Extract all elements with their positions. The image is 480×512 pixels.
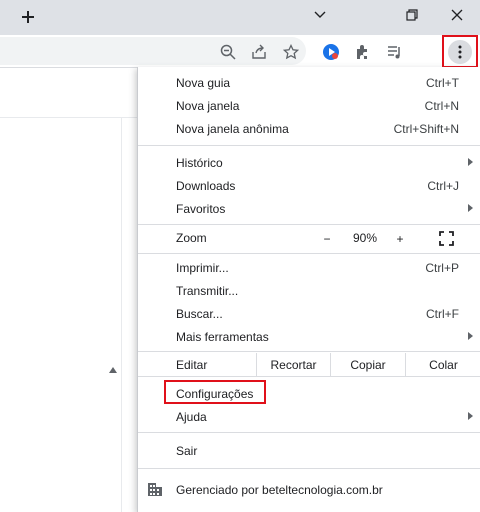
submenu-arrow-icon (468, 332, 473, 340)
menu-item-help[interactable]: Ajuda (138, 405, 480, 428)
menu-item-label: Transmitir... (176, 283, 239, 298)
zoom-in-label: + (396, 231, 404, 246)
chevron-down-icon (314, 11, 326, 18)
menu-item-label: Nova janela anônima (176, 121, 289, 136)
share-icon (252, 44, 266, 59)
zoom-in-button[interactable]: + (388, 227, 412, 250)
page-divider (0, 117, 138, 118)
menu-separator (138, 432, 480, 433)
new-tab-button[interactable] (14, 5, 42, 29)
menu-item-new-tab[interactable]: Nova guia Ctrl+T (138, 71, 480, 94)
menu-item-history[interactable]: Histórico (138, 151, 480, 174)
menu-separator (138, 224, 480, 225)
menu-item-label: Buscar... (176, 306, 223, 321)
menu-item-label: Favoritos (176, 201, 226, 216)
menu-item-more-tools[interactable]: Mais ferramentas (138, 325, 480, 348)
zoom-icon (220, 44, 236, 60)
menu-item-cast[interactable]: Transmitir... (138, 279, 480, 302)
zoom-out-label: − (323, 231, 331, 246)
plus-icon (22, 11, 34, 23)
menu-zoom-row: Zoom − 90% + (138, 227, 480, 250)
restore-button[interactable] (389, 0, 435, 30)
menu-item-shortcut: Ctrl+P (425, 260, 459, 275)
submenu-arrow-icon (468, 412, 473, 420)
menu-item-label: Ajuda (176, 409, 207, 424)
page-scrollbar-track[interactable] (121, 117, 122, 512)
close-window-button[interactable] (434, 0, 480, 30)
menu-separator (138, 253, 480, 254)
menu-item-downloads[interactable]: Downloads Ctrl+J (138, 174, 480, 197)
menu-item-label: Imprimir... (176, 260, 229, 275)
menu-item-shortcut: Ctrl+T (426, 75, 459, 90)
title-bar (0, 0, 480, 35)
managed-by-label: Gerenciado por beteltecnologia.com.br (176, 483, 383, 497)
edit-label: Editar (138, 353, 256, 376)
building-icon (148, 483, 162, 496)
zoom-indicator-button[interactable] (217, 41, 239, 63)
restore-icon (406, 9, 418, 21)
menu-separator (138, 351, 480, 352)
zoom-out-button[interactable]: − (315, 227, 339, 250)
menu-item-find[interactable]: Buscar... Ctrl+F (138, 302, 480, 325)
menu-separator (138, 145, 480, 146)
submenu-arrow-icon (468, 158, 473, 166)
menu-item-label: Nova janela (176, 98, 240, 113)
extensions-puzzle-icon (357, 45, 367, 59)
browser-toolbar (0, 35, 480, 68)
extensions-button[interactable] (352, 41, 374, 63)
bookmark-button[interactable] (280, 41, 302, 63)
menu-separator (138, 468, 480, 469)
extension-app-button[interactable] (320, 41, 342, 63)
tab-search-button[interactable] (297, 0, 343, 30)
bookmark-star-icon (283, 44, 299, 60)
menu-item-new-window[interactable]: Nova janela Ctrl+N (138, 94, 480, 117)
edit-label-text: Editar (176, 357, 208, 372)
media-queue-icon (388, 46, 400, 59)
scroll-up-arrow-icon[interactable] (108, 366, 118, 374)
menu-item-exit[interactable]: Sair (138, 439, 480, 462)
paste-label: Colar (429, 357, 458, 372)
share-button[interactable] (248, 41, 270, 63)
paste-button[interactable]: Colar (405, 353, 480, 376)
zoom-level-value: 90% (352, 231, 378, 245)
menu-item-label: Downloads (176, 178, 236, 193)
menu-item-shortcut: Ctrl+N (424, 98, 459, 113)
settings-highlight-box (164, 380, 266, 404)
menu-item-shortcut: Ctrl+J (427, 178, 459, 193)
menu-item-new-incognito-window[interactable]: Nova janela anônima Ctrl+Shift+N (138, 117, 480, 140)
menu-separator (138, 376, 480, 377)
kebab-menu-icon (458, 45, 462, 58)
chrome-main-menu: Nova guia Ctrl+T Nova janela Ctrl+N Nova… (137, 67, 480, 512)
copy-label: Copiar (350, 357, 386, 372)
chrome-menu-button[interactable] (442, 35, 478, 68)
menu-item-label: Mais ferramentas (176, 329, 269, 344)
menu-item-print[interactable]: Imprimir... Ctrl+P (138, 256, 480, 279)
cut-label: Recortar (270, 357, 317, 372)
zoom-label: Zoom (176, 231, 207, 245)
submenu-arrow-icon (468, 204, 473, 212)
menu-item-label: Histórico (176, 155, 223, 170)
extension-app-icon (323, 44, 339, 60)
menu-item-bookmarks[interactable]: Favoritos (138, 197, 480, 220)
cut-button[interactable]: Recortar (256, 353, 330, 376)
menu-edit-row: Editar Recortar Copiar Colar (138, 353, 480, 376)
fullscreen-icon[interactable] (439, 231, 454, 246)
menu-item-shortcut: Ctrl+Shift+N (393, 121, 459, 136)
media-queue-button[interactable] (384, 41, 406, 63)
chrome-menu-button-highlight (448, 39, 472, 64)
menu-item-label: Nova guia (176, 75, 231, 90)
copy-button[interactable]: Copiar (330, 353, 405, 376)
close-icon (451, 9, 463, 21)
menu-item-label: Sair (176, 443, 198, 458)
menu-item-managed-by[interactable]: Gerenciado por beteltecnologia.com.br (138, 478, 480, 501)
menu-item-shortcut: Ctrl+F (426, 306, 459, 321)
